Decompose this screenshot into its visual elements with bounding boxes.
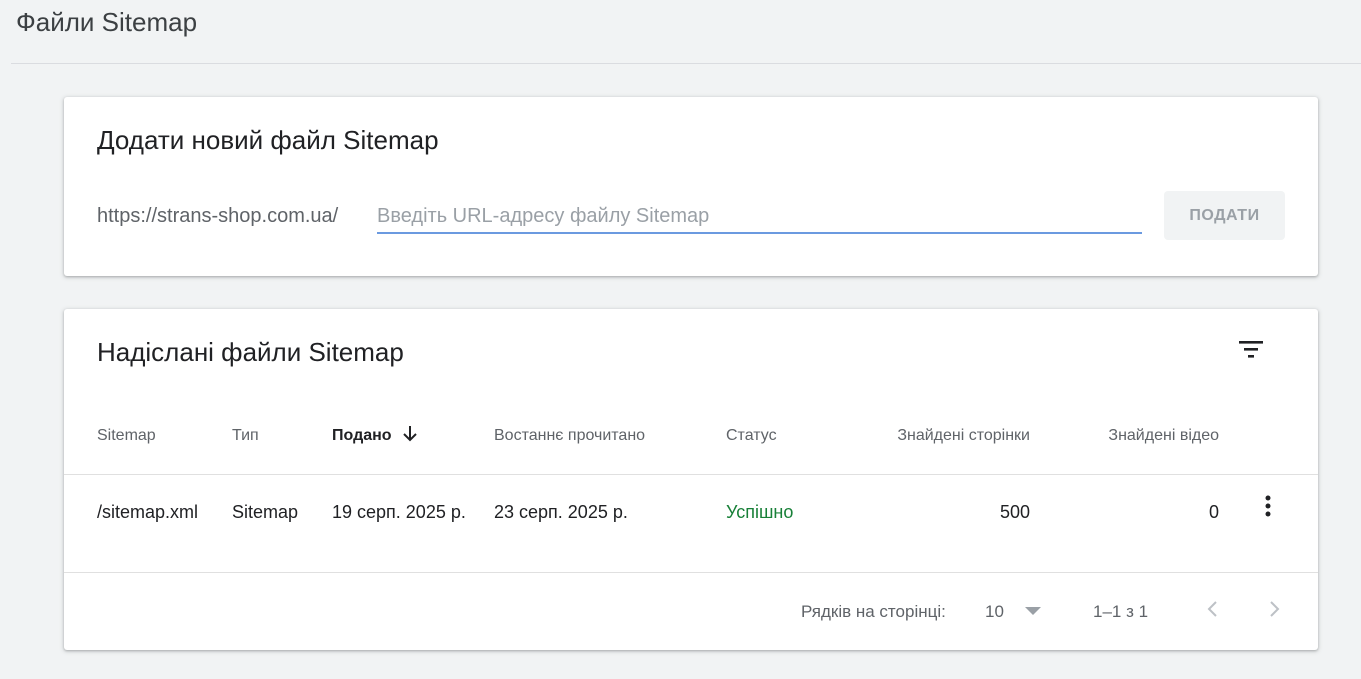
cell-pages-found: 500	[999, 502, 1030, 522]
cell-type: Sitemap	[232, 502, 299, 522]
cell-status: Успішно	[726, 502, 794, 522]
arrow-down-icon[interactable]	[401, 424, 419, 444]
more-vert-icon[interactable]	[1257, 494, 1279, 518]
chevron-right-icon[interactable]	[1262, 597, 1286, 621]
add-sitemap-title: Додати новий файл Sitemap	[97, 125, 439, 155]
submitted-sitemaps-card: Надіслані файли Sitemap Sitemap Тип Пода…	[64, 309, 1318, 650]
header-divider	[11, 63, 1361, 64]
column-header-status[interactable]: Статус	[726, 426, 777, 446]
filter-list-icon[interactable]	[1237, 337, 1265, 361]
cell-sitemap: /sitemap.xml	[97, 502, 199, 522]
submitted-sitemaps-title: Надіслані файли Sitemap	[97, 337, 404, 367]
rows-per-page-value: 10	[985, 602, 1004, 621]
dropdown-caret-icon	[1025, 607, 1041, 615]
page-header: Файли Sitemap	[0, 0, 1361, 63]
pagination-range: 1–1 з 1	[1093, 602, 1149, 621]
url-prefix: https://strans-shop.com.ua/	[97, 205, 339, 227]
submit-button[interactable]: ПОДАТИ	[1164, 191, 1285, 240]
header-row-divider	[64, 474, 1318, 475]
cell-last-read: 23 серп. 2025 р.	[494, 502, 628, 522]
column-header-videos-found[interactable]: Знайдені відео	[1064, 426, 1219, 446]
column-header-pages-found[interactable]: Знайдені сторінки	[854, 426, 1030, 446]
cell-submitted: 19 серп. 2025 р.	[332, 502, 466, 522]
column-header-submitted[interactable]: Подано	[332, 426, 392, 446]
page-title: Файли Sitemap	[16, 7, 198, 37]
add-sitemap-card: Додати новий файл Sitemap https://strans…	[64, 97, 1318, 276]
column-header-last-read[interactable]: Востаннє прочитано	[494, 426, 645, 446]
sitemap-url-input[interactable]	[377, 200, 1142, 234]
rows-per-page-select[interactable]: 10	[985, 598, 1045, 626]
row-divider	[64, 572, 1318, 573]
column-header-sitemap[interactable]: Sitemap	[97, 426, 156, 446]
chevron-left-icon[interactable]	[1201, 597, 1225, 621]
column-header-type[interactable]: Тип	[232, 426, 259, 446]
rows-per-page-label: Рядків на сторінці:	[801, 602, 946, 621]
cell-videos-found: 0	[1208, 502, 1219, 522]
